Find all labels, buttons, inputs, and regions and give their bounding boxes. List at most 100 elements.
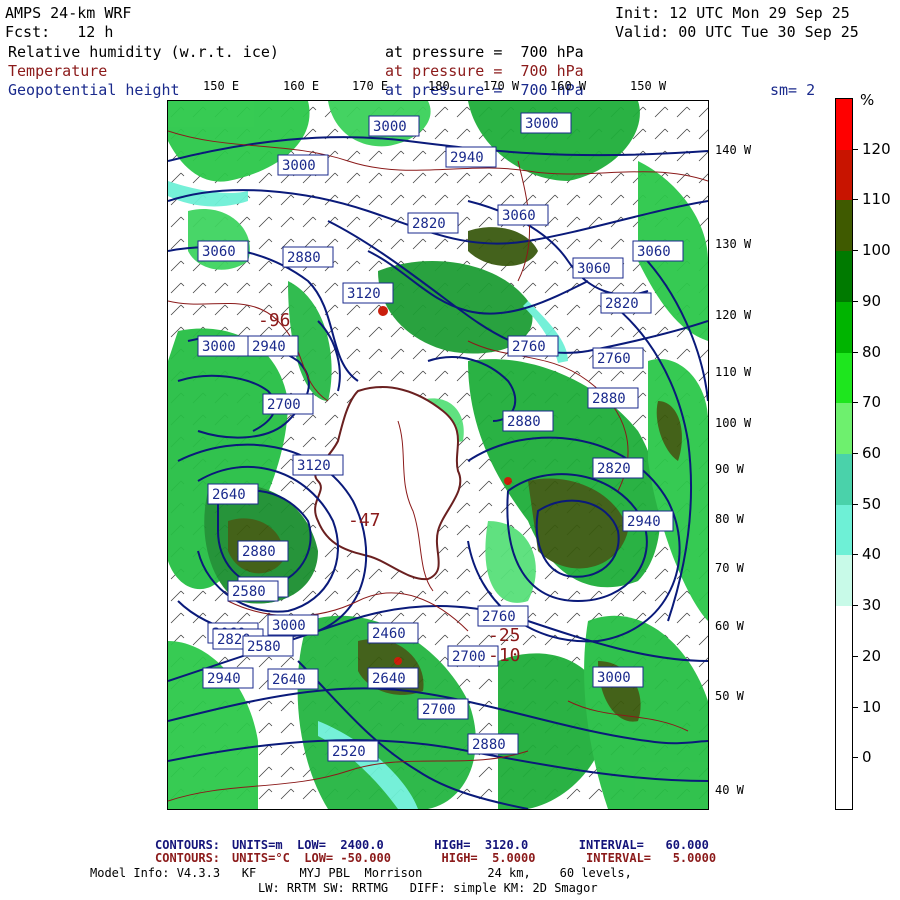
footer-contours-height-label: CONTOURS: xyxy=(155,838,221,852)
lat-label: 140 W xyxy=(715,143,752,157)
colorbar-label: 120 xyxy=(862,139,891,158)
colorbar-tick xyxy=(852,503,858,505)
footer-contours-temp: UNITS=°C LOW= -50.000 HIGH= 5.0000 INTER… xyxy=(232,851,717,865)
height-label: 2940 xyxy=(202,667,254,689)
colorbar-tick xyxy=(852,250,858,252)
lat-label: 40 W xyxy=(715,783,744,797)
field-name-rh: Relative humidity (w.r.t. ice) xyxy=(8,43,279,61)
height-label-text: 2820 xyxy=(412,216,446,232)
height-label-text: 3000 xyxy=(272,618,306,634)
height-label-text: 2820 xyxy=(605,296,639,312)
colorbar xyxy=(835,98,853,810)
height-label-text: 2820 xyxy=(597,461,631,477)
colorbar-label: 0 xyxy=(862,748,872,767)
height-label: 2820 xyxy=(600,292,652,314)
colorbar-segment xyxy=(836,403,852,455)
height-label-text: 2580 xyxy=(247,639,281,655)
footer-contours-temp-label: CONTOURS: xyxy=(155,851,221,865)
height-label-text: 2640 xyxy=(272,672,306,688)
height-label: 2880 xyxy=(237,540,289,562)
height-label: 2880 xyxy=(502,410,554,432)
lon-label: 150 W xyxy=(630,79,667,93)
temp-label: -10 xyxy=(488,645,521,666)
lat-label: 120 W xyxy=(715,308,752,322)
height-label-text: 3060 xyxy=(502,208,536,224)
colorbar-tick xyxy=(852,351,858,353)
lat-label: 130 W xyxy=(715,237,752,251)
height-label: 3000 xyxy=(277,154,329,176)
height-label-text: 3120 xyxy=(297,458,331,474)
colorbar-label: 90 xyxy=(862,291,882,310)
map-panel: 3000 3000 3000 2940 3060 3060 2820 3060 … xyxy=(167,100,709,810)
colorbar-label: 30 xyxy=(862,596,882,615)
colorbar-segment xyxy=(836,454,852,506)
temp-label: -25 xyxy=(488,625,521,646)
colorbar-unit: % xyxy=(860,91,875,109)
lat-label: 50 W xyxy=(715,689,744,703)
height-label-text: 2640 xyxy=(372,671,406,687)
colorbar-segment xyxy=(836,99,852,151)
colorbar-label: 60 xyxy=(862,444,882,462)
field-name-temperature: Temperature xyxy=(8,62,108,80)
height-label: 2520 xyxy=(327,740,379,762)
temp-label: -47 xyxy=(348,510,381,531)
temp-label: -96 xyxy=(258,310,291,331)
lat-label: 70 W xyxy=(715,561,744,575)
height-label: 3000 xyxy=(592,666,644,688)
footer-physics-info: LW: RRTM SW: RRTMG DIFF: simple KM: 2D S… xyxy=(258,881,598,895)
height-label-text: 2760 xyxy=(512,339,546,355)
lat-label: 80 W xyxy=(715,512,744,526)
height-label-text: 3120 xyxy=(347,286,381,302)
height-label: 2580 xyxy=(227,580,279,602)
height-label: 2460 xyxy=(367,622,419,644)
height-label: 3000 xyxy=(368,115,420,137)
height-label: 2880 xyxy=(587,387,639,409)
colorbar-tick xyxy=(852,757,858,759)
height-label-text: 2520 xyxy=(332,744,366,760)
height-label: 2820 xyxy=(407,212,459,234)
height-label: 3120 xyxy=(342,282,394,304)
height-label: 2880 xyxy=(467,733,519,755)
forecast-hour: Fcst: 12 h xyxy=(5,23,114,41)
colorbar-segment xyxy=(836,149,852,201)
smoothing-label: sm= 2 xyxy=(770,81,816,99)
lat-label: 100 W xyxy=(715,416,752,430)
height-label-text: 3000 xyxy=(597,670,631,686)
height-label: 3000 xyxy=(267,614,319,636)
height-label-text: 2940 xyxy=(252,339,286,355)
height-label: 3000 xyxy=(197,335,249,357)
colorbar-label: 50 xyxy=(862,494,882,513)
field-name-geopotential: Geopotential height xyxy=(8,81,180,99)
colorbar-label: 10 xyxy=(862,697,882,716)
height-label: 2580 xyxy=(242,635,294,657)
colorbar-label: 20 xyxy=(862,646,882,665)
height-label-text: 2580 xyxy=(232,584,266,600)
init-time: Init: 12 UTC Mon 29 Sep 25 xyxy=(615,4,850,22)
colorbar-segment xyxy=(836,707,852,759)
colorbar-tick xyxy=(852,706,858,708)
height-label-text: 2460 xyxy=(372,626,406,642)
lat-label: 110 W xyxy=(715,365,752,379)
height-label: 2640 xyxy=(267,668,319,690)
model-title: AMPS 24-km WRF xyxy=(5,4,132,22)
height-label-text: 3060 xyxy=(202,244,236,260)
height-label-text: 2700 xyxy=(422,702,456,718)
lon-label: 170 W xyxy=(483,79,520,93)
height-label-text: 2880 xyxy=(507,414,541,430)
colorbar-label: 70 xyxy=(862,393,882,412)
height-label: 2760 xyxy=(477,605,529,627)
height-label: 3120 xyxy=(292,454,344,476)
height-label-text: 3000 xyxy=(202,339,236,355)
footer-contours-height: UNITS=m LOW= 2400.0 HIGH= 3120.0 INTERVA… xyxy=(232,838,709,852)
colorbar-label: 40 xyxy=(862,545,882,564)
colorbar-segment xyxy=(836,301,852,354)
valid-time: Valid: 00 UTC Tue 30 Sep 25 xyxy=(615,23,859,41)
height-label-text: 3060 xyxy=(637,244,671,260)
height-label-text: 2880 xyxy=(592,391,626,407)
height-label: 2700 xyxy=(262,393,314,415)
colorbar-segment xyxy=(836,555,852,607)
field-pressure-temperature: at pressure = 700 hPa xyxy=(385,62,584,80)
lon-label: 160 E xyxy=(283,79,320,93)
colorbar-label: 110 xyxy=(862,190,891,209)
height-label: 3060 xyxy=(197,240,249,262)
